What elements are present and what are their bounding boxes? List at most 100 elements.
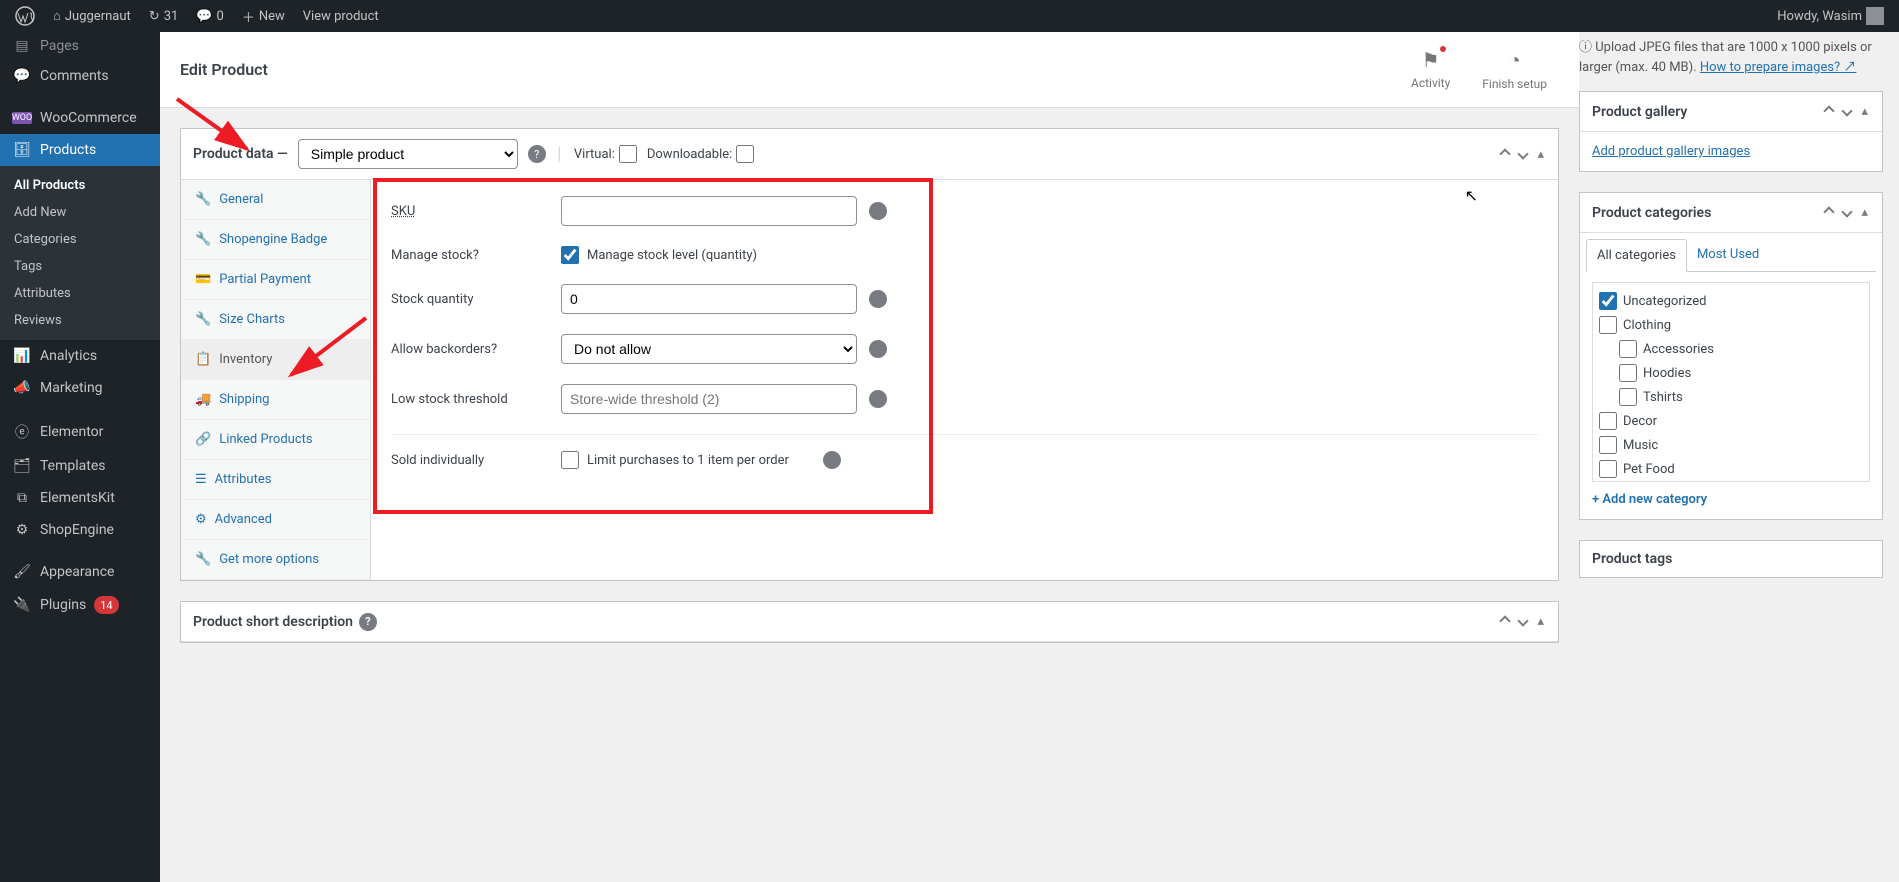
elementor-icon: ⓔ — [12, 422, 32, 442]
help-backorders[interactable]: ? — [869, 340, 887, 358]
move-down-icon[interactable] — [1517, 145, 1529, 164]
sidebar-item-appearance[interactable]: 🖌Appearance — [0, 556, 160, 588]
product-data-header: Product data — Simple product ? │ Virtua… — [181, 129, 1558, 180]
collapse-icon[interactable]: ▴ — [1859, 102, 1870, 121]
sidebar-item-pages[interactable]: ▤Pages — [0, 32, 160, 60]
cat-tab-most[interactable]: Most Used — [1687, 239, 1769, 271]
cat-item[interactable]: Music — [1599, 433, 1863, 457]
refresh-icon: ↻ — [149, 9, 160, 24]
cat-item[interactable]: Tshirts — [1619, 385, 1863, 409]
updates-link[interactable]: ↻31 — [142, 0, 186, 32]
prepare-images-link[interactable]: How to prepare images? ↗ — [1700, 60, 1857, 75]
cat-tab-all[interactable]: All categories — [1586, 239, 1687, 272]
row-stock-qty: Stock quantity ? — [391, 284, 1538, 314]
product-type-select[interactable]: Simple product — [298, 139, 518, 169]
move-down-icon[interactable] — [1841, 102, 1853, 121]
howdy-user[interactable]: Howdy, Wasim — [1770, 0, 1891, 32]
downloadable-toggle[interactable]: Downloadable: — [647, 145, 754, 163]
submenu-categories[interactable]: Categories — [0, 226, 160, 253]
help-sku[interactable]: ? — [869, 202, 887, 220]
collapse-icon[interactable]: ▴ — [1859, 203, 1870, 222]
move-up-icon[interactable] — [1823, 102, 1835, 121]
manage-stock-checkbox[interactable] — [561, 246, 579, 264]
tab-badge[interactable]: 🔧Shopengine Badge — [181, 220, 370, 260]
cat-item[interactable]: Pet Food — [1599, 457, 1863, 481]
sidebar-item-shopengine[interactable]: ⚙ShopEngine — [0, 514, 160, 546]
submenu-reviews[interactable]: Reviews — [0, 307, 160, 334]
sold-ind-checkbox[interactable] — [561, 451, 579, 469]
add-new-category-link[interactable]: + Add new category — [1592, 492, 1707, 507]
collapse-icon[interactable]: ▴ — [1535, 145, 1546, 164]
kit-icon: ⧉ — [12, 490, 32, 506]
truck-icon: 🚚 — [195, 392, 211, 407]
stock-qty-input[interactable] — [561, 284, 857, 314]
sidebar-item-comments[interactable]: 💬Comments — [0, 60, 160, 92]
collapse-icon[interactable]: ▴ — [1535, 612, 1546, 631]
cat-item[interactable]: Uncategorized — [1599, 289, 1863, 313]
sidebar-item-plugins[interactable]: 🔌Plugins14 — [0, 588, 160, 622]
help-sold[interactable]: ? — [823, 451, 841, 469]
move-up-icon[interactable] — [1499, 145, 1511, 164]
tab-general[interactable]: 🔧General — [181, 180, 370, 220]
tab-attributes[interactable]: ☰Attributes — [181, 460, 370, 500]
tab-linked[interactable]: 🔗Linked Products — [181, 420, 370, 460]
link-icon: 🔗 — [195, 432, 211, 447]
finish-setup-button[interactable]: ◔ Finish setup — [1482, 48, 1547, 91]
sidebar-item-marketing[interactable]: 📣Marketing — [0, 372, 160, 404]
view-product-link[interactable]: View product — [296, 0, 386, 32]
low-stock-input[interactable] — [561, 384, 857, 414]
archive-icon: 🗄 — [12, 142, 32, 158]
activity-button[interactable]: ⚑ Activity — [1411, 48, 1450, 90]
move-down-icon[interactable] — [1841, 203, 1853, 222]
row-sku: SKU ? — [391, 196, 1538, 226]
tab-shipping[interactable]: 🚚Shipping — [181, 380, 370, 420]
products-submenu: All Products Add New Categories Tags Att… — [0, 166, 160, 340]
row-low-stock: Low stock threshold ? — [391, 384, 1538, 414]
plugin-icon: 🔌 — [12, 597, 32, 613]
tab-advanced[interactable]: ⚙Advanced — [181, 500, 370, 540]
sidebar-item-woocommerce[interactable]: WOOWooCommerce — [0, 102, 160, 134]
move-up-icon[interactable] — [1499, 612, 1511, 631]
submenu-all-products[interactable]: All Products — [0, 172, 160, 199]
backorders-label: Allow backorders? — [391, 342, 561, 357]
site-home-link[interactable]: ⌂Juggernaut — [46, 0, 138, 32]
tab-inventory[interactable]: 📋Inventory — [181, 340, 370, 380]
add-gallery-link[interactable]: Add product gallery images — [1592, 144, 1750, 159]
cat-item[interactable]: Hoodies — [1619, 361, 1863, 385]
help-product-type[interactable]: ? — [528, 145, 546, 163]
sold-ind-label: Sold individually — [391, 453, 561, 468]
sidebar-item-elementskit[interactable]: ⧉ElementsKit — [0, 482, 160, 514]
manage-stock-text: Manage stock level (quantity) — [587, 248, 757, 263]
wp-logo[interactable] — [8, 0, 42, 32]
move-down-icon[interactable] — [1517, 612, 1529, 631]
tab-partial-payment[interactable]: 💳Partial Payment — [181, 260, 370, 300]
help-short-desc[interactable]: ? — [359, 613, 377, 631]
category-list[interactable]: Uncategorized Clothing Accessories Hoodi… — [1592, 282, 1870, 482]
sidebar-item-elementor[interactable]: ⓔElementor — [0, 414, 160, 450]
page-icon: ▤ — [12, 38, 32, 54]
comments-link[interactable]: 💬0 — [189, 0, 231, 32]
stock-qty-label: Stock quantity — [391, 292, 561, 307]
short-description-box: Product short description? ▴ — [180, 601, 1559, 643]
help-qty[interactable]: ? — [869, 290, 887, 308]
help-low[interactable]: ? — [869, 390, 887, 408]
submenu-tags[interactable]: Tags — [0, 253, 160, 280]
sidebar-item-templates[interactable]: 🗂Templates — [0, 450, 160, 482]
sidebar-item-analytics[interactable]: 📊Analytics — [0, 340, 160, 372]
submenu-attributes[interactable]: Attributes — [0, 280, 160, 307]
cat-item[interactable]: Decor — [1599, 409, 1863, 433]
admin-top-bar: ⌂Juggernaut ↻31 💬0 ＋New View product How… — [0, 0, 1899, 32]
tab-more[interactable]: 🔧Get more options — [181, 540, 370, 580]
tab-size-charts[interactable]: 🔧Size Charts — [181, 300, 370, 340]
move-up-icon[interactable] — [1823, 203, 1835, 222]
virtual-toggle[interactable]: Virtual: — [574, 145, 637, 163]
product-data-heading: Product data — — [193, 146, 288, 162]
sidebar-item-products[interactable]: 🗄Products — [0, 134, 160, 166]
info-icon: ⓘ — [1579, 40, 1592, 55]
cat-item[interactable]: Clothing — [1599, 313, 1863, 337]
cat-item[interactable]: Accessories — [1619, 337, 1863, 361]
sku-input[interactable] — [561, 196, 857, 226]
new-link[interactable]: ＋New — [235, 0, 292, 32]
backorders-select[interactable]: Do not allow — [561, 334, 857, 364]
submenu-add-new[interactable]: Add New — [0, 199, 160, 226]
